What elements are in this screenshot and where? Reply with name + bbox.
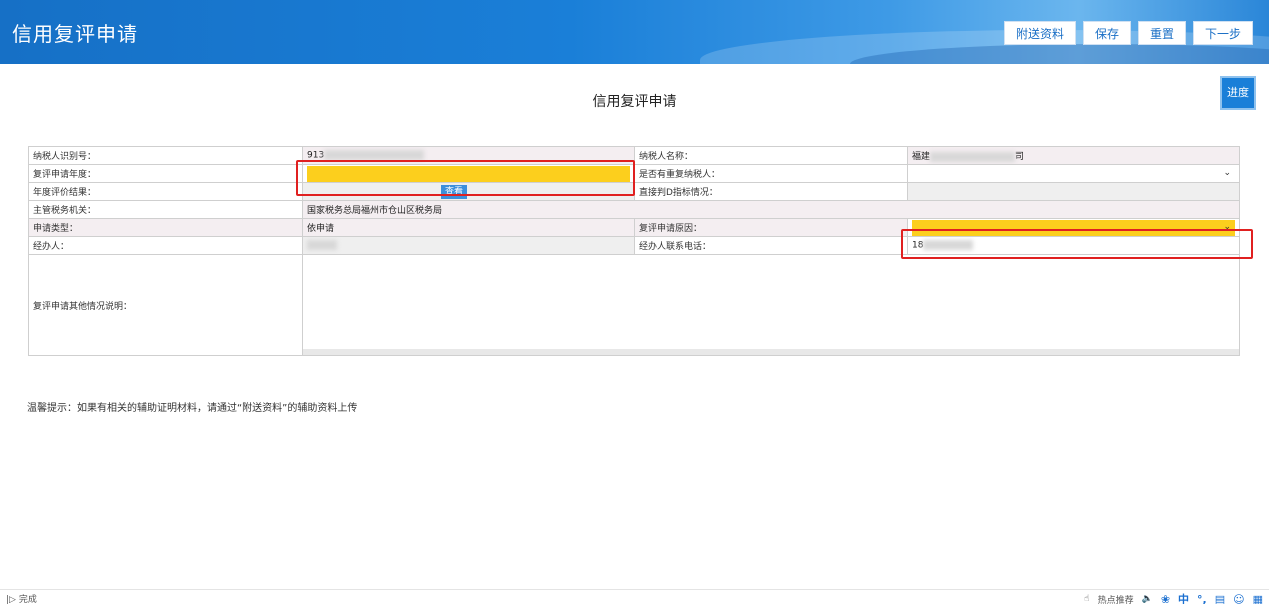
handler-value — [302, 236, 635, 255]
repeat-taxpayer-label: 是否有重复纳税人： — [634, 164, 908, 183]
repeat-taxpayer-cell: ⌄ — [907, 164, 1240, 183]
hand-icon: ☝ — [1084, 594, 1090, 604]
other-notes-cell — [302, 254, 1240, 356]
page-header: 信用复评申请 附送资料 保存 重置 下一步 — [0, 0, 1269, 64]
review-reason-label: 复评申请原因： — [634, 218, 908, 237]
textarea-scroll-strip — [303, 349, 1239, 355]
taxpayer-name-end: 司 — [1015, 152, 1025, 162]
keyboard-icon[interactable]: ▤ — [1215, 593, 1225, 604]
status-left: |▷ 完成 — [6, 592, 37, 604]
punctuation-icon[interactable]: °, — [1197, 593, 1207, 604]
hot-recommend-link[interactable]: 热点推荐 — [1098, 593, 1134, 604]
direct-d-label: 直接判D指标情况： — [634, 182, 908, 201]
direct-d-value — [907, 182, 1240, 201]
review-year-label: 复评申请年度： — [28, 164, 303, 183]
apply-type-value: 依申请 — [302, 218, 635, 237]
handler-label: 经办人： — [28, 236, 303, 255]
page-title: 信用复评申请 — [12, 22, 138, 46]
annotation-box-reason — [901, 229, 1253, 259]
header-toolbar: 附送资料 保存 重置 下一步 — [1003, 21, 1253, 45]
redacted-mask — [307, 240, 337, 251]
redacted-mask — [930, 151, 1016, 162]
user-icon[interactable]: ☺ — [1233, 593, 1244, 604]
grid-menu-icon[interactable]: ▦ — [1253, 593, 1263, 604]
table-row: 主管税务机关： 国家税务总局福州市仓山区税务局 — [28, 200, 1240, 219]
other-notes-label: 复评申请其他情况说明： — [28, 254, 303, 356]
redacted-mask — [324, 150, 425, 161]
chevron-down-icon: ⌄ — [1223, 167, 1231, 178]
next-step-button[interactable]: 下一步 — [1192, 21, 1253, 45]
attach-materials-button[interactable]: 附送资料 — [1003, 21, 1076, 45]
play-icon[interactable]: |▷ — [6, 595, 16, 604]
annotation-box-year — [296, 160, 635, 196]
warm-tip-text: 温馨提示：如果有相关的辅助证明材料，请通过“附送资料”的辅助资料上传 — [27, 403, 358, 414]
reset-button[interactable]: 重置 — [1137, 21, 1186, 45]
save-button[interactable]: 保存 — [1082, 21, 1131, 45]
status-bar: |▷ 完成 ☝ 热点推荐 🔈 ❀ 中 °, ▤ ☺ ▦ — [0, 589, 1269, 604]
form-title: 信用复评申请 — [592, 94, 677, 110]
handler-phone-label: 经办人联系电话： — [634, 236, 908, 255]
repeat-taxpayer-select[interactable]: ⌄ — [912, 166, 1235, 182]
status-right: ☝ 热点推荐 🔈 ❀ 中 °, ▤ ☺ ▦ — [1084, 591, 1263, 604]
annual-result-label: 年度评价结果： — [28, 182, 303, 201]
taxpayer-id-label: 纳税人识别号： — [28, 146, 303, 165]
tax-authority-label: 主管税务机关： — [28, 200, 303, 219]
taxpayer-name-start: 福建 — [912, 152, 931, 162]
apply-type-label: 申请类型： — [28, 218, 303, 237]
app-root: 信用复评申请 附送资料 保存 重置 下一步 进度 信用复评申请 纳税人识别号： … — [0, 0, 1269, 604]
taxpayer-name-value: 福建 司 — [907, 146, 1240, 165]
other-notes-textarea[interactable] — [307, 257, 1235, 350]
taxpayer-name-label: 纳税人名称： — [634, 146, 908, 165]
ime-mode-toggle[interactable]: 中 — [1178, 591, 1189, 604]
tax-authority-value: 国家税务总局福州市仓山区税务局 — [302, 200, 1240, 219]
speaker-icon[interactable]: 🔈 — [1142, 594, 1153, 604]
paw-icon[interactable]: ❀ — [1161, 593, 1170, 604]
table-row: 复评申请其他情况说明： — [28, 254, 1240, 356]
status-text: 完成 — [18, 595, 37, 604]
